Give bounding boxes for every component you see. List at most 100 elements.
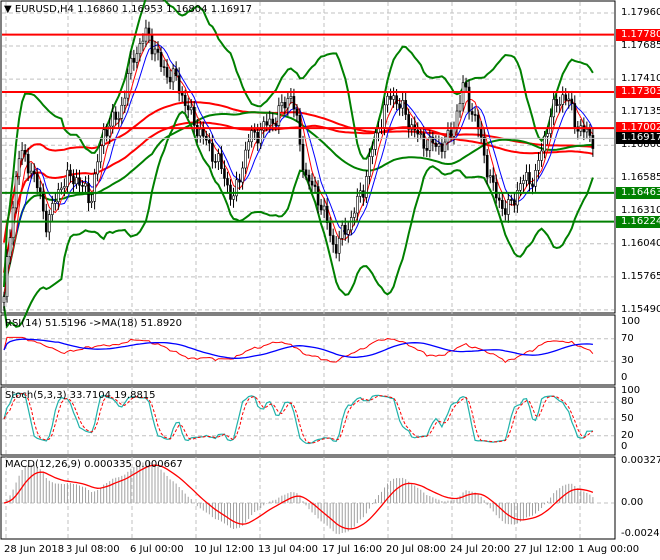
candle-body xyxy=(2,296,6,303)
candle-body xyxy=(105,129,108,137)
candle-body xyxy=(564,94,568,101)
candle-body xyxy=(111,111,115,127)
candle-body xyxy=(5,256,9,297)
candle-body xyxy=(141,40,145,44)
candle-body xyxy=(446,130,450,143)
ma-fast-line xyxy=(3,44,594,297)
macd-signal-line xyxy=(3,464,594,530)
candle-body xyxy=(223,168,226,179)
candle-body xyxy=(51,203,54,215)
candle-body xyxy=(343,224,347,235)
candle-body xyxy=(63,186,66,189)
stoch-tick-label: 80 xyxy=(621,396,634,408)
chart-canvas[interactable] xyxy=(0,0,660,560)
stoch-tick-label: 100 xyxy=(621,385,641,396)
candle-body xyxy=(208,139,211,144)
macd-tick-label: 0.00 xyxy=(621,497,644,508)
candle-body xyxy=(23,149,27,155)
candle-body xyxy=(153,48,157,55)
candle-body xyxy=(283,102,287,109)
candle-body xyxy=(449,130,453,137)
candle-body xyxy=(292,96,296,110)
candle-body xyxy=(549,116,552,134)
candle-body xyxy=(26,153,30,174)
candle-body xyxy=(211,142,214,162)
candle-body xyxy=(555,99,558,106)
price-tick-label: 1.15765 xyxy=(621,270,660,282)
candle-body xyxy=(301,143,305,171)
candle-body xyxy=(123,97,127,106)
candle-body xyxy=(75,177,78,185)
candle-body xyxy=(38,187,42,193)
candle-body xyxy=(504,208,507,215)
candle-body xyxy=(253,130,256,133)
candle-body xyxy=(425,147,429,151)
candle-body xyxy=(135,53,139,63)
candle-body xyxy=(537,160,540,171)
candle-body xyxy=(129,57,133,74)
candle-body xyxy=(440,143,444,152)
candle-body xyxy=(419,133,423,135)
candle-body xyxy=(531,183,534,187)
candle-body xyxy=(69,169,72,177)
stoch-tick-label: 0 xyxy=(621,441,628,452)
x-tick-label: 27 Jul 12:00 xyxy=(514,544,574,555)
candle-body xyxy=(195,125,199,137)
candle-body xyxy=(277,105,281,126)
x-tick-label: 10 Jul 12:00 xyxy=(194,544,254,555)
candle-body xyxy=(189,106,193,111)
candle-body xyxy=(497,197,501,201)
candle-body xyxy=(455,110,459,128)
chart-window[interactable]: ▼ EURUSD,H4 1.16860 1.16953 1.16804 1.16… xyxy=(0,0,660,560)
candle-body xyxy=(165,67,169,78)
candle-body xyxy=(467,86,471,112)
candle-body xyxy=(138,43,142,55)
candle-body xyxy=(573,103,577,128)
stoch-tick-label: 20 xyxy=(621,429,634,441)
candle-body xyxy=(443,141,447,152)
candle-body xyxy=(513,199,516,206)
x-tick-label: 28 Jun 2018 xyxy=(4,544,65,555)
symbol-header: ▼ EURUSD,H4 1.16860 1.16953 1.16804 1.16… xyxy=(4,4,252,15)
candle-body xyxy=(458,102,462,112)
candle-body xyxy=(510,199,513,201)
candle-body xyxy=(322,205,326,211)
candle-body xyxy=(256,131,259,144)
symbol-label: EURUSD,H4 xyxy=(14,4,74,15)
candle-body xyxy=(365,176,368,198)
ma-50-line xyxy=(3,111,593,297)
stoch-tick-label: 50 xyxy=(621,413,634,424)
resistance-level-tag: 1.17780 xyxy=(616,28,660,41)
candle-body xyxy=(464,82,468,88)
price-tick-label: 1.17135 xyxy=(621,106,660,118)
candle-body xyxy=(310,180,314,186)
candle-body xyxy=(428,136,432,151)
candle-body xyxy=(479,128,483,138)
price-tick-label: 1.17685 xyxy=(621,40,660,52)
candle-body xyxy=(334,244,338,254)
candle-body xyxy=(398,103,401,109)
price-tick-label: 1.17960 xyxy=(621,7,660,18)
candle-body xyxy=(362,190,365,198)
candle-body xyxy=(250,130,253,143)
candle-body xyxy=(17,158,21,177)
candle-body xyxy=(528,172,531,185)
rsi-line xyxy=(3,336,594,363)
candle-body xyxy=(416,129,420,135)
candle-body xyxy=(29,170,33,174)
candle-body xyxy=(99,145,102,163)
macd-tick-label: -0.002436 xyxy=(621,528,660,540)
candle-body xyxy=(114,111,118,120)
triangle-down-icon[interactable]: ▼ xyxy=(4,4,12,15)
candle-body xyxy=(268,118,272,126)
candle-body xyxy=(171,68,175,83)
support-level-tag: 1.16224 xyxy=(616,215,660,228)
candle-body xyxy=(84,183,87,187)
candle-body xyxy=(386,95,389,106)
candle-body xyxy=(313,184,317,187)
candle-body xyxy=(588,128,592,136)
candle-body xyxy=(72,175,75,185)
candle-body xyxy=(47,214,51,233)
candle-body xyxy=(353,212,356,218)
candle-body xyxy=(238,179,241,183)
